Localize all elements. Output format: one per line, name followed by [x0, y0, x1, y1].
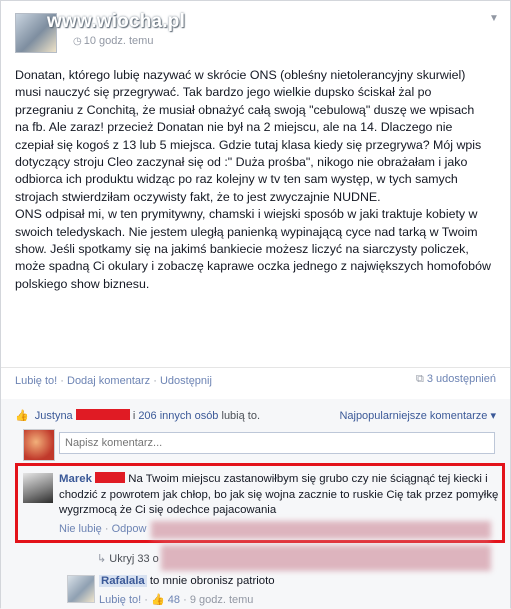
chevron-down-icon[interactable]: ▼ [489, 13, 499, 24]
reply-author-avatar[interactable] [67, 575, 95, 603]
separator: · [183, 594, 190, 606]
reply-arrow-icon: ↳ [97, 553, 107, 565]
caret-down-icon: ▾ [490, 410, 496, 422]
reply-like-link[interactable]: Lubię to! [99, 594, 141, 606]
separator: · [144, 594, 151, 606]
separator: · [60, 375, 67, 387]
comment-text: Na Twoim miejscu zastanowiłbym się grubo… [59, 473, 499, 516]
separator: · [153, 375, 160, 387]
post-actions: Lubię to! · Dodaj komentarz · Udostępnij [15, 375, 212, 387]
post-body: Donatan, którego lubię nazywać w skrócie… [15, 67, 491, 293]
reply-timestamp[interactable]: 9 godz. temu [190, 594, 254, 606]
shares-count-text: 3 udostępnień [426, 373, 496, 385]
thumbs-up-icon: 👍 [151, 594, 165, 606]
sort-label: Najpopularniejsze komentarze [339, 410, 488, 422]
comment: Marek Na Twoim miejscu zastanowiłbym się… [59, 472, 501, 519]
others-link[interactable]: 206 innych osób [138, 410, 218, 422]
share-icon: ⧉ [415, 373, 424, 385]
blurred-region [151, 521, 491, 539]
comment-link[interactable]: Dodaj komentarz [67, 375, 150, 387]
reply-text: to mnie obronisz patrioto [149, 575, 275, 587]
likes-summary: 👍 Justyna i 206 innych osób lubią to. [15, 409, 260, 422]
shares-count[interactable]: ⧉ 3 udostępnień [416, 373, 496, 386]
post-card: www.wiocha.pl ◷ 10 godz. temu ▼ Donatan, … [0, 0, 511, 609]
timestamp-text: 10 godz. temu [83, 35, 154, 47]
share-link[interactable]: Udostępnij [160, 375, 212, 387]
current-user-avatar [23, 429, 55, 461]
comment-actions: Nie lubię · Odpow [59, 523, 146, 535]
reply-author[interactable]: Rafalala [99, 575, 147, 587]
sort-dropdown[interactable]: Najpopularniejsze komentarze ▾ [339, 409, 496, 422]
unlike-link[interactable]: Nie lubię [59, 523, 102, 535]
hide-replies-toggle[interactable]: ↳ Ukryj 33 o [97, 552, 159, 565]
comment-input[interactable] [59, 432, 495, 454]
reply-link[interactable]: Odpow [112, 523, 147, 535]
separator: · [104, 523, 112, 535]
reply-actions: Lubię to! · 👍 48 · 9 godz. temu [99, 593, 253, 606]
commenter-avatar[interactable] [23, 473, 53, 503]
redaction-bar [75, 409, 130, 420]
post-paragraph: ONS odpisał mi, w ten prymitywny, chamsk… [15, 207, 491, 291]
redaction-bar [95, 472, 126, 483]
like-link[interactable]: Lubię to! [15, 375, 57, 387]
blurred-region [161, 545, 491, 571]
likes-suffix: lubią to. [221, 410, 261, 422]
divider [1, 367, 510, 368]
post-paragraph: Donatan, którego lubię nazywać w skrócie… [15, 68, 482, 204]
post-timestamp[interactable]: ◷ 10 godz. temu [73, 35, 153, 47]
reply: Rafalala to mnie obronisz patrioto [99, 575, 275, 587]
clock-icon: ◷ [73, 36, 82, 47]
comment-author[interactable]: Marek [59, 473, 92, 485]
hide-replies-label: Ukryj 33 o [109, 553, 159, 565]
reply-likes-count[interactable]: 48 [168, 594, 180, 606]
liker-name[interactable]: Justyna [35, 410, 73, 422]
thumbs-up-icon: 👍 [15, 410, 29, 422]
watermark: www.wiocha.pl [47, 11, 186, 32]
